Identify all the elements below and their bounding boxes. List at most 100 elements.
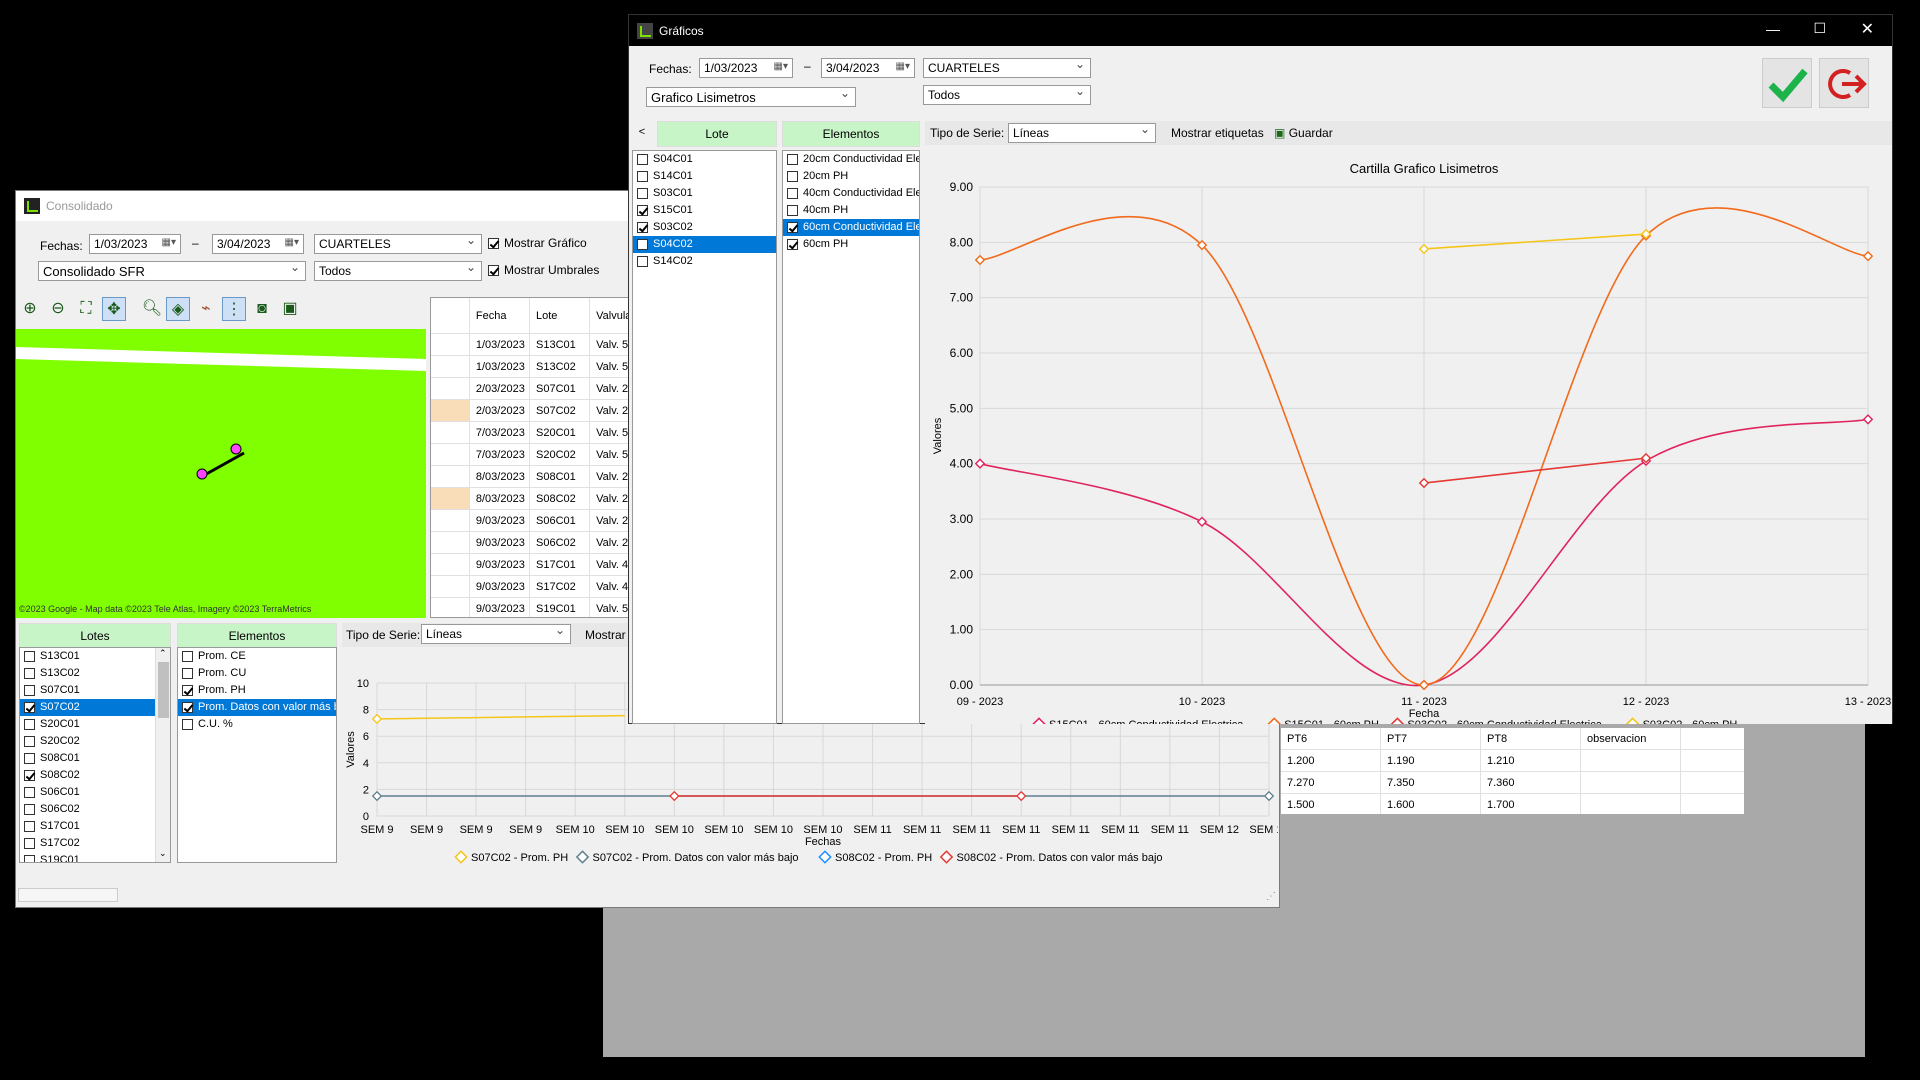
list-item[interactable]: S19C01 xyxy=(20,852,170,862)
group-combo[interactable]: CUARTELES xyxy=(314,234,482,254)
checkbox-icon[interactable] xyxy=(787,238,798,250)
checkbox-icon[interactable] xyxy=(637,221,648,233)
checkbox-icon[interactable] xyxy=(24,667,35,679)
legend-entry[interactable]: S03C02 - 60cm Conductividad Electrica xyxy=(1407,719,1602,724)
close-icon[interactable]: ✕ xyxy=(1861,19,1874,39)
legend-entry[interactable]: S15C01 - 60cm PH xyxy=(1284,719,1379,724)
checkbox-icon[interactable] xyxy=(24,786,35,798)
table-row[interactable]: 9/03/2023 S17C01 Valv. 4. xyxy=(431,554,629,576)
checkbox-icon[interactable] xyxy=(24,701,35,713)
table-row[interactable]: 9/03/2023 S06C01 Valv. 2. xyxy=(431,510,629,532)
column-header[interactable]: Fecha xyxy=(470,298,530,333)
row-header-cell[interactable] xyxy=(431,378,470,399)
mostrar-grafico-checkbox[interactable]: Mostrar Gráfico xyxy=(488,236,587,250)
list-item[interactable]: S07C01 xyxy=(20,682,170,699)
checkbox-icon[interactable] xyxy=(24,718,35,730)
list-item[interactable]: S06C02 xyxy=(20,801,170,818)
list-item[interactable]: S17C01 xyxy=(20,818,170,835)
column-header[interactable]: observacion xyxy=(1581,728,1681,749)
resize-grip-icon[interactable]: ⋰ xyxy=(1266,891,1276,902)
column-header[interactable]: Valvula xyxy=(590,298,629,333)
group-combo[interactable]: CUARTELES xyxy=(923,58,1091,78)
table-row[interactable]: 8/03/2023 S08C02 Valv. 2. xyxy=(431,488,629,510)
date-to-picker[interactable]: 3/04/2023 xyxy=(821,58,915,78)
checkbox-icon[interactable] xyxy=(637,187,648,199)
list-item[interactable]: S13C01 xyxy=(20,648,170,665)
checkbox-icon[interactable] xyxy=(182,667,193,679)
list-item[interactable]: 20cm PH xyxy=(783,168,919,185)
list-item[interactable]: S04C02 xyxy=(633,236,776,253)
data-point[interactable] xyxy=(1862,250,1874,262)
checkbox-icon[interactable] xyxy=(24,650,35,662)
table-row[interactable]: 1.200 1.190 1.210 xyxy=(1281,750,1744,772)
list-item[interactable]: 20cm Conductividad Electrica xyxy=(783,151,919,168)
list-item[interactable]: S07C02 xyxy=(20,699,170,716)
checkbox-icon[interactable] xyxy=(182,650,193,662)
column-header[interactable]: PT6 xyxy=(1281,728,1381,749)
list-item[interactable]: S20C01 xyxy=(20,716,170,733)
column-header[interactable]: Lote xyxy=(530,298,591,333)
table-row[interactable]: 1/03/2023 S13C02 Valv. 5. xyxy=(431,356,629,378)
table-row[interactable]: 9/03/2023 S19C01 Valv. 5. xyxy=(431,598,629,617)
row-header-cell[interactable] xyxy=(431,598,470,617)
data-point[interactable] xyxy=(669,790,680,802)
table-row[interactable]: 9/03/2023 S17C02 Valv. 4. xyxy=(431,576,629,598)
date-from-picker[interactable]: 1/03/2023 xyxy=(699,58,793,78)
checkbox-icon[interactable] xyxy=(182,684,193,696)
list-item[interactable]: S13C02 xyxy=(20,665,170,682)
list-item[interactable]: S03C01 xyxy=(633,185,776,202)
nodes-icon[interactable]: ⋮ xyxy=(222,297,246,321)
checkbox-icon[interactable] xyxy=(787,153,798,165)
tipo-serie-combo[interactable]: Líneas xyxy=(1008,123,1156,143)
list-item[interactable]: S20C02 xyxy=(20,733,170,750)
list-item[interactable]: S15C01 xyxy=(633,202,776,219)
table-row[interactable]: 1.500 1.600 1.700 xyxy=(1281,794,1744,814)
save-icon[interactable]: ▣ xyxy=(278,297,302,321)
checkbox-icon[interactable] xyxy=(787,221,798,233)
zoom-in-icon[interactable]: ⊕ xyxy=(18,297,42,321)
date-from-picker[interactable]: 1/03/2023 xyxy=(89,234,181,254)
data-point[interactable] xyxy=(1263,790,1275,802)
search-icon[interactable]: 🔍︎ xyxy=(140,297,164,321)
data-point[interactable] xyxy=(1016,790,1027,802)
legend-entry[interactable]: S15C01 - 60cm Conductividad Electrica xyxy=(1049,719,1244,724)
checkbox-icon[interactable] xyxy=(787,187,798,199)
data-point[interactable] xyxy=(1862,414,1874,425)
list-item[interactable]: 60cm Conductividad Electrica xyxy=(783,219,919,236)
scroll-up-icon[interactable]: ⌃ xyxy=(159,648,167,659)
data-point[interactable] xyxy=(1418,477,1430,489)
table-row[interactable]: 8/03/2023 S08C01 Valv. 2. xyxy=(431,466,629,488)
data-point[interactable] xyxy=(1418,243,1430,255)
report-combo[interactable]: Grafico Lisimetros xyxy=(646,87,856,107)
camera-icon[interactable]: ◙ xyxy=(250,297,274,321)
lotes-list[interactable]: S13C01 S13C02 S07C01 S07C02 S20C01 S20C02 S08C… xyxy=(19,647,171,863)
checkbox-icon[interactable] xyxy=(24,735,35,747)
collapse-button[interactable]: < xyxy=(633,121,651,143)
checkbox-icon[interactable] xyxy=(182,701,193,713)
checkbox-icon[interactable] xyxy=(24,684,35,696)
filter-combo[interactable]: Todos xyxy=(314,261,482,281)
list-item[interactable]: Prom. Datos con valor más bajo xyxy=(178,699,336,716)
scroll-thumb[interactable] xyxy=(158,662,169,718)
list-item[interactable]: 60cm PH xyxy=(783,236,919,253)
consolidado-grid[interactable]: Fecha Lote Valvula 1/03/2023 S13C01 Valv. 5. 1… xyxy=(430,297,630,618)
list-item[interactable]: S04C01 xyxy=(633,151,776,168)
list-item[interactable]: S14C01 xyxy=(633,168,776,185)
list-item[interactable]: Prom. CU xyxy=(178,665,336,682)
column-header[interactable]: PT8 xyxy=(1481,728,1581,749)
list-item[interactable]: S17C02 xyxy=(20,835,170,852)
row-header-cell[interactable] xyxy=(431,488,470,509)
list-item[interactable]: Prom. CE xyxy=(178,648,336,665)
column-header[interactable]: PT7 xyxy=(1381,728,1481,749)
pan-icon[interactable]: ✥ xyxy=(102,297,126,321)
row-header-cell[interactable] xyxy=(431,334,470,355)
checkbox-icon[interactable] xyxy=(24,837,35,849)
list-item[interactable]: S14C02 xyxy=(633,253,776,270)
elementos-list[interactable]: Prom. CE Prom. CU Prom. PH Prom. Datos con … xyxy=(177,647,337,863)
table-row[interactable]: 7.270 7.350 7.360 xyxy=(1281,772,1744,794)
row-header-cell[interactable] xyxy=(431,356,470,377)
checkbox-icon[interactable] xyxy=(24,854,35,862)
list-item[interactable]: C.U. % xyxy=(178,716,336,733)
tag-icon[interactable]: ◈ xyxy=(166,297,190,321)
row-header-cell[interactable] xyxy=(431,532,470,553)
